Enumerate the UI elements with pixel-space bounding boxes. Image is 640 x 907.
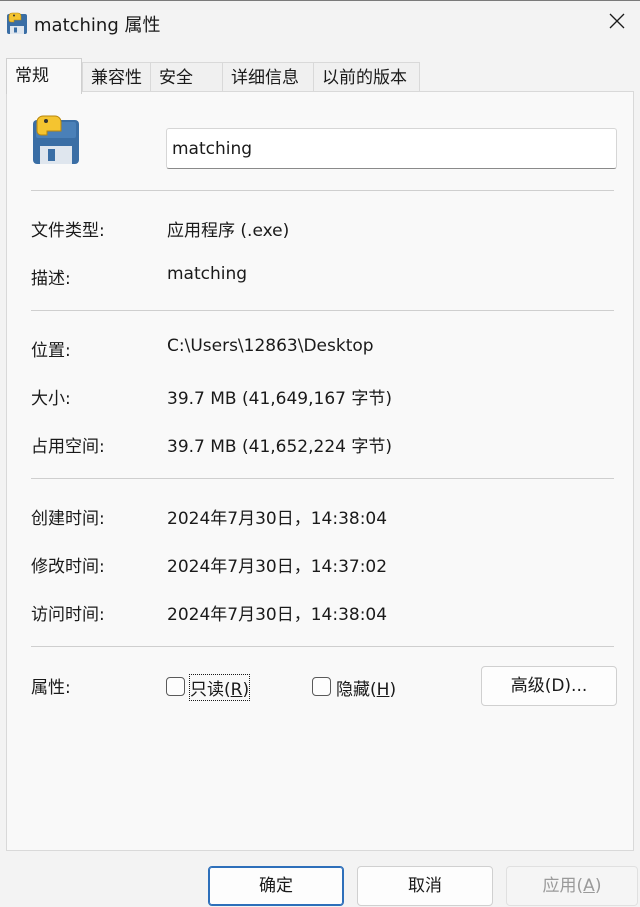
file-type-value: 应用程序 (.exe) — [167, 221, 290, 241]
apply-access-key: A — [583, 876, 595, 896]
file-type-label: 文件类型: — [31, 221, 105, 241]
tab-general[interactable]: 常规 — [6, 58, 82, 94]
hidden-text-end: ) — [389, 680, 397, 700]
readonly-access-key: R — [230, 680, 243, 700]
hidden-text: 隐藏( — [336, 680, 377, 700]
location-value: C:\Users\12863\Desktop — [167, 336, 374, 356]
accessed-value: 2024年7月30日，14:38:04 — [167, 605, 388, 625]
python-file-icon — [6, 11, 28, 35]
window-title: matching 属性 — [34, 15, 161, 36]
ok-button[interactable]: 确定 — [208, 866, 344, 906]
advanced-button[interactable]: 高级(D)... — [481, 666, 617, 706]
apply-text: 应用( — [542, 876, 584, 896]
description-value: matching — [167, 264, 248, 284]
modified-label: 修改时间: — [31, 557, 105, 577]
file-name-input[interactable] — [166, 128, 617, 169]
general-panel: 文件类型: 应用程序 (.exe) 描述: matching 位置: C:\Us… — [6, 91, 634, 851]
separator — [31, 646, 614, 647]
close-icon — [609, 13, 625, 34]
readonly-label[interactable]: 只读(R) — [188, 674, 251, 701]
hidden-access-key: H — [376, 680, 390, 700]
readonly-text: 只读( — [190, 680, 231, 700]
size-label: 大小: — [31, 389, 71, 409]
separator — [31, 310, 614, 311]
title-bar[interactable]: matching 属性 — [0, 1, 640, 45]
tab-previous-versions[interactable]: 以前的版本 — [314, 62, 420, 94]
created-label: 创建时间: — [31, 509, 105, 529]
python-file-icon — [31, 114, 81, 166]
location-label: 位置: — [31, 341, 71, 361]
apply-button[interactable]: 应用(A) — [506, 866, 638, 906]
modified-value: 2024年7月30日，14:37:02 — [167, 557, 388, 577]
created-value: 2024年7月30日，14:38:04 — [167, 509, 388, 529]
separator — [31, 190, 614, 191]
hidden-checkbox[interactable] — [312, 677, 331, 696]
hidden-label[interactable]: 隐藏(H) — [336, 675, 396, 700]
accessed-label: 访问时间: — [31, 605, 105, 625]
readonly-checkbox[interactable] — [166, 677, 185, 696]
size-on-disk-value: 39.7 MB (41,652,224 字节) — [167, 437, 392, 457]
properties-window: matching 属性 常规 兼容性 安全 详细信息 以前的版本 matchin… — [0, 0, 640, 907]
size-value: 39.7 MB (41,649,167 字节) — [167, 389, 392, 409]
apply-text-end: ) — [594, 876, 602, 896]
tab-security[interactable]: 安全 — [151, 62, 223, 94]
description-label: 描述: — [31, 269, 71, 289]
tab-details[interactable]: 详细信息 — [223, 62, 314, 94]
separator — [31, 478, 614, 479]
tab-bar: 常规 兼容性 安全 详细信息 以前的版本 — [6, 58, 420, 94]
tab-compatibility[interactable]: 兼容性 — [82, 62, 151, 94]
size-on-disk-label: 占用空间: — [31, 437, 105, 457]
cancel-button[interactable]: 取消 — [357, 866, 493, 906]
readonly-text-end: ) — [242, 680, 250, 700]
close-button[interactable] — [594, 1, 640, 45]
attributes-label: 属性: — [31, 678, 71, 698]
